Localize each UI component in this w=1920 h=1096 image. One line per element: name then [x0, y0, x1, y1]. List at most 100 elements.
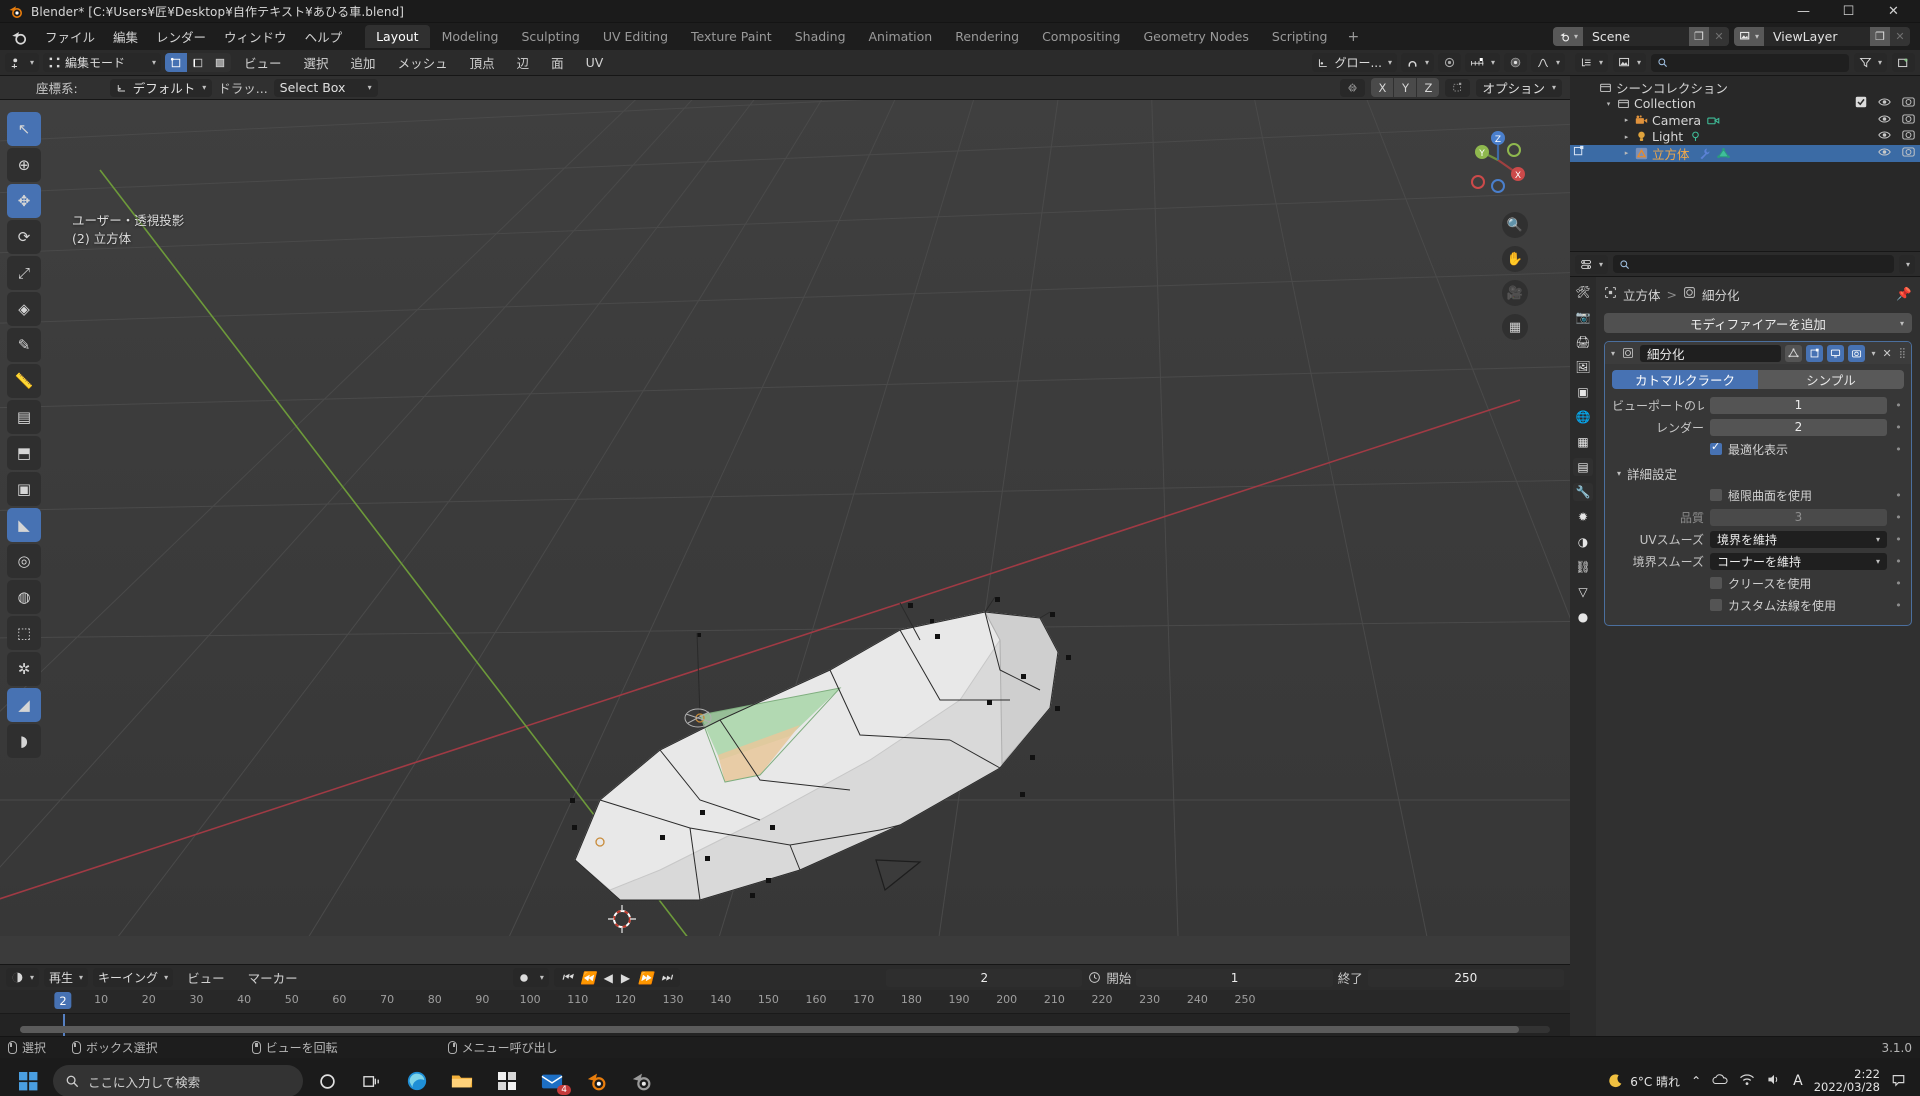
advanced-checkbox[interactable]: [1710, 577, 1722, 589]
data-tab[interactable]: ▽: [1573, 583, 1593, 601]
outliner-expand-icon[interactable]: ▾: [1602, 100, 1615, 108]
frame-end-field[interactable]: 250: [1367, 968, 1564, 987]
poly-build-tool[interactable]: ⬚: [7, 616, 41, 650]
blender-second-taskbar-icon[interactable]: [621, 1061, 663, 1096]
collection-tab[interactable]: ▦: [1573, 433, 1593, 451]
advanced-field-value[interactable]: コーナーを維持 ▾: [1710, 552, 1887, 570]
auto-merge-toggle[interactable]: [1445, 78, 1471, 97]
outliner-row-label[interactable]: 立方体: [1652, 144, 1690, 163]
maximize-button[interactable]: ☐: [1826, 0, 1871, 23]
add-modifier-button[interactable]: モディファイアーを追加 ▾: [1604, 313, 1912, 333]
advanced-check-row[interactable]: カスタム法線を使用 •: [1612, 596, 1904, 614]
outliner-expand-icon[interactable]: ▸: [1620, 133, 1633, 141]
outliner-row-label[interactable]: Camera: [1652, 113, 1701, 128]
next-keyframe-icon[interactable]: ⏩: [638, 971, 653, 985]
ime-mode-indicator[interactable]: A: [1793, 1073, 1803, 1089]
modifier-tab[interactable]: 🔧: [1573, 483, 1593, 501]
advanced-checkbox[interactable]: [1710, 489, 1722, 501]
menu-render[interactable]: レンダー: [147, 24, 215, 49]
network-icon[interactable]: [1739, 1073, 1755, 1089]
workspace-tab-modeling[interactable]: Modeling: [431, 25, 510, 48]
workspace-tab-sculpting[interactable]: Sculpting: [510, 25, 590, 48]
volume-icon[interactable]: [1766, 1073, 1782, 1089]
optimal-display-animate-dot[interactable]: •: [1893, 443, 1904, 456]
viewport-menu-add[interactable]: 追加: [342, 51, 385, 74]
advanced-check-row[interactable]: クリースを使用 •: [1612, 574, 1904, 592]
advanced-dropdown-chevron-icon[interactable]: ▾: [1876, 535, 1880, 544]
rotate-tool[interactable]: ⟳: [7, 220, 41, 254]
tweak-tool[interactable]: ↖: [7, 112, 41, 146]
outliner-hide-eye-icon[interactable]: [1878, 146, 1891, 161]
workspace-tab-uv-editing[interactable]: UV Editing: [592, 25, 679, 48]
snap-target-button[interactable]: ▾: [1464, 53, 1500, 72]
timeline-h-scrollbar[interactable]: [20, 1026, 1550, 1033]
viewport-menu-uv[interactable]: UV: [577, 53, 613, 72]
timeline-menu-keying[interactable]: キーイング ▾: [93, 968, 174, 987]
measure-tool[interactable]: 📏: [7, 364, 41, 398]
constraints-tab[interactable]: ⛓: [1573, 558, 1593, 576]
viewport-menu-view[interactable]: ビュー: [235, 51, 291, 74]
edge-select-icon[interactable]: [187, 53, 210, 72]
outliner-checkbox[interactable]: [1855, 96, 1867, 111]
outliner-row-立方体[interactable]: ▸ 立方体: [1570, 145, 1920, 162]
advanced-animate-dot[interactable]: •: [1893, 489, 1904, 502]
viewport-menu-vertex[interactable]: 頂点: [461, 51, 504, 74]
outliner-new-collection-button[interactable]: [1892, 53, 1915, 72]
onedrive-icon[interactable]: [1712, 1073, 1728, 1089]
store-icon[interactable]: [486, 1061, 528, 1096]
workspace-tab-scripting[interactable]: Scripting: [1261, 25, 1339, 48]
new-viewlayer-button[interactable]: ❐: [1870, 27, 1890, 46]
drag-action-dropdown[interactable]: Select Box ▾: [273, 78, 378, 97]
timeline-ruler[interactable]: 10 20 30 40 50 60 70 80 90 100 110 120 130 140 150 160 1…: [0, 990, 1570, 1014]
proportional-falloff-toggle[interactable]: [1503, 53, 1527, 72]
scale-tool[interactable]: ⤢: [7, 256, 41, 290]
menu-file[interactable]: ファイル: [36, 24, 104, 49]
outliner-disable-render-icon[interactable]: [1902, 96, 1915, 111]
outliner-hide-eye-icon[interactable]: [1878, 129, 1891, 144]
modifier-expand-icon[interactable]: ▾: [1611, 349, 1615, 358]
properties-options-dropdown[interactable]: ▾: [1898, 254, 1915, 274]
viewport-menu-mesh[interactable]: メッシュ: [389, 51, 457, 74]
weather-widget[interactable]: 6°C 晴れ: [1607, 1073, 1680, 1090]
pan-hand-icon[interactable]: ✋: [1502, 246, 1528, 272]
breadcrumb-object-name[interactable]: 立方体: [1623, 285, 1661, 304]
auto-keying-toggle[interactable]: ▾: [512, 968, 549, 987]
particles-tab[interactable]: ✹: [1573, 508, 1593, 526]
properties-search-input[interactable]: [1613, 255, 1894, 273]
outliner-row-シーンコレクション[interactable]: シーンコレクション: [1570, 79, 1920, 96]
render-display-icon[interactable]: [1848, 344, 1866, 362]
output-tab[interactable]: 🖨: [1573, 333, 1593, 351]
outliner-disable-render-icon[interactable]: [1902, 129, 1915, 144]
annotate-tool[interactable]: ✎: [7, 328, 41, 362]
world-tab[interactable]: 🌐: [1573, 408, 1593, 426]
outliner-hide-eye-icon[interactable]: [1878, 96, 1891, 111]
timeline-menu-marker[interactable]: マーカー: [239, 966, 307, 989]
smooth-tool[interactable]: ◢: [7, 688, 41, 722]
jump-start-icon[interactable]: ⏮: [562, 970, 573, 985]
camera-data-icon[interactable]: [1707, 114, 1720, 127]
workspace-tab-compositing[interactable]: Compositing: [1031, 25, 1131, 48]
prev-keyframe-icon[interactable]: ⏪: [581, 971, 596, 985]
notification-center-icon[interactable]: [1891, 1073, 1906, 1090]
advanced-dropdown-chevron-icon[interactable]: ▾: [1876, 557, 1880, 566]
advanced-expand-icon[interactable]: ▾: [1617, 469, 1621, 478]
file-explorer-icon[interactable]: [441, 1061, 483, 1096]
workspace-tab-texture-paint[interactable]: Texture Paint: [680, 25, 783, 48]
timeline-editor-type[interactable]: ▾: [6, 968, 40, 987]
camera-view-icon[interactable]: 🎥: [1502, 280, 1528, 306]
minimize-button[interactable]: —: [1781, 0, 1826, 23]
outliner-editor-type[interactable]: ▾: [1575, 53, 1609, 72]
edge-icon[interactable]: [396, 1061, 438, 1096]
duck-car-mesh[interactable]: [0, 100, 1570, 936]
material-tab[interactable]: ●: [1573, 608, 1593, 626]
timeline-track-area[interactable]: [0, 1014, 1570, 1036]
outliner-filter-button[interactable]: ▾: [1853, 53, 1887, 72]
timeline-menu-view[interactable]: ビュー: [178, 966, 234, 989]
play-reverse-icon[interactable]: ◀: [604, 971, 613, 985]
remove-viewlayer-button[interactable]: ✕: [1890, 27, 1910, 46]
mirror-axis-z[interactable]: Z: [1417, 78, 1440, 97]
outliner-expand-icon[interactable]: ▸: [1620, 149, 1633, 157]
workspace-tab-geometry-nodes[interactable]: Geometry Nodes: [1132, 25, 1259, 48]
transform-orientation-quick[interactable]: グロー... ▾: [1312, 53, 1397, 72]
realtime-display-icon[interactable]: [1827, 344, 1845, 362]
